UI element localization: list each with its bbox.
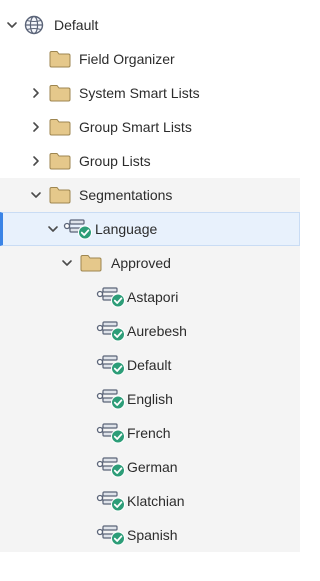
tree-node-segment[interactable]: Default [0,348,300,382]
folder-icon [49,85,71,102]
tree-node-default-root[interactable]: Default [0,8,300,42]
tree-node-segment[interactable]: English [0,382,300,416]
chevron-down-icon[interactable] [30,189,42,201]
segment-approved-icon [96,389,125,410]
chevron-down-icon[interactable] [6,19,18,31]
chevron-right-icon[interactable] [30,121,42,133]
tree-node-label: English [127,391,173,407]
tree-node-label: Klatchian [127,493,185,509]
tree-node-label: Field Organizer [79,51,175,67]
tree-node-segment[interactable]: Spanish [0,518,300,552]
tree-node-label: System Smart Lists [79,85,200,101]
tree-node-label: Spanish [127,527,178,543]
segmentation-tree: Default Field Organizer System Smart Lis… [0,0,300,581]
tree-node-segmentations[interactable]: Segmentations [0,178,300,212]
tree-node-segment[interactable]: German [0,450,300,484]
chevron-down-icon[interactable] [47,223,59,235]
segment-approved-icon [96,423,125,444]
tree-node-label: French [127,425,171,441]
tree-node-system-smart-lists[interactable]: System Smart Lists [0,76,300,110]
tree-node-label: Group Smart Lists [79,119,192,135]
folder-icon [80,255,102,272]
tree-node-segment[interactable]: Aurebesh [0,314,300,348]
tree-node-label: Language [95,221,158,237]
tree-node-label: German [127,459,178,475]
tree-node-segment[interactable]: Astapori [0,280,300,314]
tree-node-group-lists[interactable]: Group Lists [0,144,300,178]
folder-icon [49,153,71,170]
segment-approved-icon [96,355,125,376]
tree-node-label: Segmentations [79,187,173,203]
chevron-right-icon[interactable] [30,87,42,99]
tree-node-segment[interactable]: French [0,416,300,450]
segment-approved-icon [96,287,125,308]
folder-icon [49,187,71,204]
segment-approved-icon [96,491,125,512]
tree-node-segment[interactable]: Klatchian [0,484,300,518]
tree-node-approved[interactable]: Approved [0,246,300,280]
segmentation-approved-icon [63,219,92,240]
chevron-down-icon[interactable] [61,257,73,269]
tree-node-label: Default [127,357,172,373]
globe-icon [24,15,44,35]
tree-node-language[interactable]: Language [0,212,300,246]
segment-approved-icon [96,457,125,478]
tree-node-group-smart-lists[interactable]: Group Smart Lists [0,110,300,144]
tree-node-label: Group Lists [79,153,151,169]
segment-approved-icon [96,525,125,546]
folder-icon [49,119,71,136]
tree-node-label: Default [54,17,99,33]
tree-node-field-organizer[interactable]: Field Organizer [0,42,300,76]
tree-node-label: Approved [111,255,171,271]
tree-node-label: Aurebesh [127,323,187,339]
chevron-right-icon[interactable] [30,155,42,167]
folder-icon [49,51,71,68]
tree-node-label: Astapori [127,289,179,305]
segment-approved-icon [96,321,125,342]
